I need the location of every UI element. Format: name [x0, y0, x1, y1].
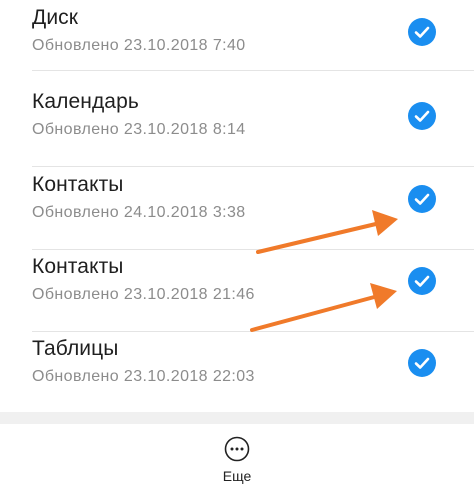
- annotation-arrow-icon: [256, 210, 398, 254]
- annotation-arrows: [250, 210, 398, 332]
- annotation-arrow-icon: [250, 283, 397, 332]
